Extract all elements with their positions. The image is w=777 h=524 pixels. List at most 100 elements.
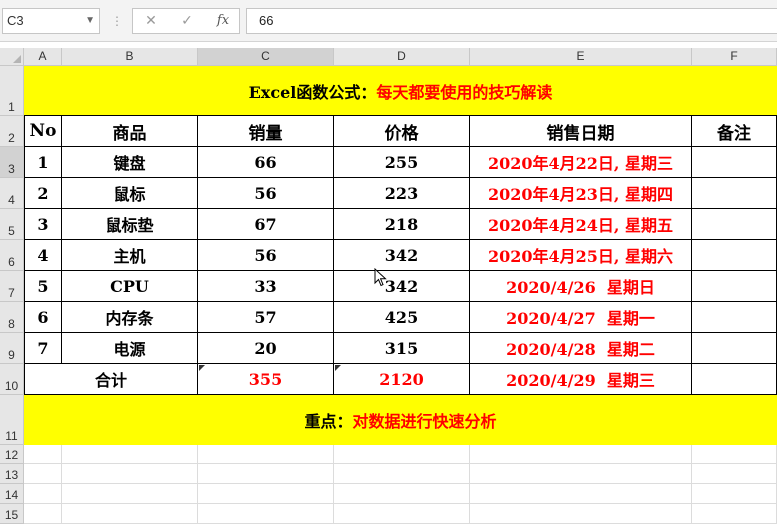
column-header-c[interactable]: C	[198, 48, 334, 66]
empty-cell[interactable]	[62, 504, 198, 524]
cell-no[interactable]: 1	[24, 147, 62, 178]
cell-qty[interactable]: 57	[198, 302, 334, 333]
cell-date[interactable]: 2020年4月25日, 星期六	[470, 240, 692, 271]
row-header-7[interactable]: 7	[0, 271, 24, 302]
cell-item[interactable]: 键盘	[62, 147, 198, 178]
empty-cell[interactable]	[198, 504, 334, 524]
cell-qty[interactable]: 67	[198, 209, 334, 240]
empty-cell[interactable]	[334, 464, 470, 484]
column-header-d[interactable]: D	[334, 48, 470, 66]
empty-cell[interactable]	[470, 464, 692, 484]
cell-note[interactable]	[692, 271, 777, 302]
empty-cell[interactable]	[692, 445, 777, 464]
cell-item[interactable]: 鼠标垫	[62, 209, 198, 240]
cell-no[interactable]: 6	[24, 302, 62, 333]
empty-cell[interactable]	[24, 484, 62, 504]
empty-cell[interactable]	[62, 445, 198, 464]
cell-note[interactable]	[692, 240, 777, 271]
empty-cell[interactable]	[62, 464, 198, 484]
cell-item[interactable]: 主机	[62, 240, 198, 271]
empty-cell[interactable]	[470, 445, 692, 464]
cell-no[interactable]: 2	[24, 178, 62, 209]
total-qty[interactable]: 355	[198, 364, 334, 395]
column-header-a[interactable]: A	[24, 48, 62, 66]
row-header-4[interactable]: 4	[0, 178, 24, 209]
cell-price[interactable]: 315	[334, 333, 470, 364]
empty-cell[interactable]	[198, 484, 334, 504]
footer-cell[interactable]: 重点： 对数据进行快速分析	[24, 395, 777, 445]
cell-price[interactable]: 425	[334, 302, 470, 333]
cell-date[interactable]: 2020年4月23日, 星期四	[470, 178, 692, 209]
cell-qty[interactable]: 56	[198, 178, 334, 209]
header-price[interactable]: 价格	[334, 116, 470, 147]
row-header-13[interactable]: 13	[0, 464, 24, 484]
header-item[interactable]: 商品	[62, 116, 198, 147]
empty-cell[interactable]	[470, 484, 692, 504]
cell-item[interactable]: 电源	[62, 333, 198, 364]
empty-cell[interactable]	[24, 504, 62, 524]
total-label[interactable]: 合计	[24, 364, 198, 395]
cell-no[interactable]: 4	[24, 240, 62, 271]
cell-note[interactable]	[692, 209, 777, 240]
empty-cell[interactable]	[62, 484, 198, 504]
row-header-6[interactable]: 6	[0, 240, 24, 271]
empty-cell[interactable]	[198, 464, 334, 484]
column-header-b[interactable]: B	[62, 48, 198, 66]
cell-item[interactable]: 内存条	[62, 302, 198, 333]
total-date[interactable]: 2020/4/29 星期三	[470, 364, 692, 395]
cell-no[interactable]: 3	[24, 209, 62, 240]
row-header-12[interactable]: 12	[0, 445, 24, 464]
empty-cell[interactable]	[334, 445, 470, 464]
chevron-down-icon[interactable]: ▼	[85, 9, 95, 33]
insert-function-icon[interactable]: fx	[207, 9, 239, 33]
row-header-2[interactable]: 2	[0, 116, 24, 147]
total-price[interactable]: 2120	[334, 364, 470, 395]
cancel-icon[interactable]: ✕	[135, 9, 167, 33]
row-header-5[interactable]: 5	[0, 209, 24, 240]
cell-price[interactable]: 255	[334, 147, 470, 178]
row-header-14[interactable]: 14	[0, 484, 24, 504]
header-no[interactable]: No	[24, 116, 62, 147]
cell-date[interactable]: 2020/4/26 星期日	[470, 271, 692, 302]
cell-qty[interactable]: 20	[198, 333, 334, 364]
more-options-icon[interactable]: ⋮	[110, 8, 124, 34]
row-header-8[interactable]: 8	[0, 302, 24, 333]
cell-note[interactable]	[692, 178, 777, 209]
cell-price[interactable]: 342	[334, 271, 470, 302]
enter-icon[interactable]: ✓	[171, 9, 203, 33]
cell-note[interactable]	[692, 333, 777, 364]
empty-cell[interactable]	[334, 504, 470, 524]
row-header-10[interactable]: 10	[0, 364, 24, 395]
select-all-button[interactable]	[0, 48, 24, 66]
row-header-9[interactable]: 9	[0, 333, 24, 364]
cell-item[interactable]: 鼠标	[62, 178, 198, 209]
cell-note[interactable]	[692, 302, 777, 333]
cell-date[interactable]: 2020/4/28 星期二	[470, 333, 692, 364]
header-qty[interactable]: 销量	[198, 116, 334, 147]
formula-input[interactable]: 66	[246, 8, 777, 34]
cell-no[interactable]: 7	[24, 333, 62, 364]
header-note[interactable]: 备注	[692, 116, 777, 147]
empty-cell[interactable]	[198, 445, 334, 464]
cell-price[interactable]: 223	[334, 178, 470, 209]
empty-cell[interactable]	[692, 464, 777, 484]
total-note[interactable]	[692, 364, 777, 395]
empty-cell[interactable]	[24, 445, 62, 464]
title-cell[interactable]: Excel函数公式： 每天都要使用的技巧解读	[24, 66, 777, 116]
row-header-11[interactable]: 11	[0, 395, 24, 445]
column-header-f[interactable]: F	[692, 48, 777, 66]
row-header-3[interactable]: 3	[0, 147, 24, 178]
row-header-1[interactable]: 1	[0, 66, 24, 116]
header-date[interactable]: 销售日期	[470, 116, 692, 147]
cell-price[interactable]: 218	[334, 209, 470, 240]
cell-price[interactable]: 342	[334, 240, 470, 271]
cell-date[interactable]: 2020年4月22日, 星期三	[470, 147, 692, 178]
cell-no[interactable]: 5	[24, 271, 62, 302]
cell-date[interactable]: 2020年4月24日, 星期五	[470, 209, 692, 240]
name-box[interactable]: C3 ▼	[2, 8, 100, 34]
empty-cell[interactable]	[24, 464, 62, 484]
cell-note[interactable]	[692, 147, 777, 178]
cell-item[interactable]: CPU	[62, 271, 198, 302]
empty-cell[interactable]	[692, 504, 777, 524]
empty-cell[interactable]	[334, 484, 470, 504]
